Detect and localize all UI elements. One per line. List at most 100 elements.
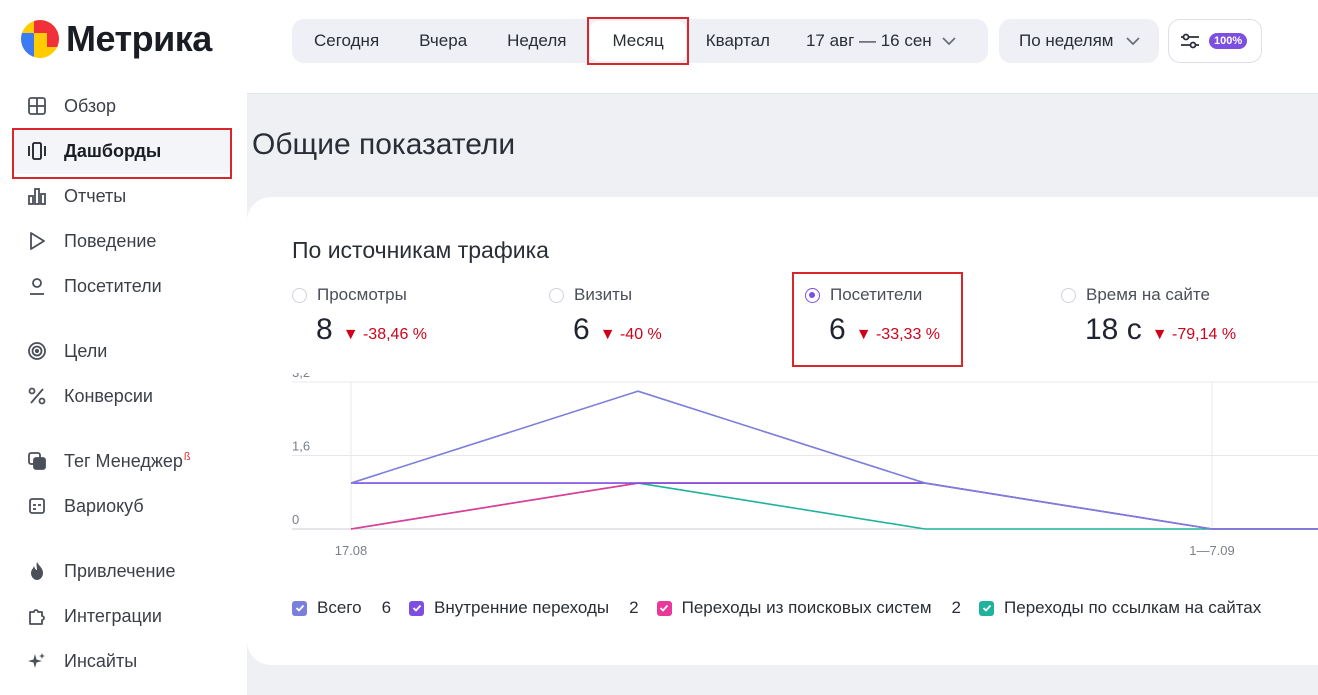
period-week-button[interactable]: Неделя bbox=[487, 19, 586, 63]
cube-icon bbox=[26, 495, 48, 517]
grouping-label: По неделям bbox=[1019, 31, 1114, 50]
date-range-picker[interactable]: 17 авг — 16 сен bbox=[786, 19, 976, 63]
sidebar: Метрика Обзор Дашборды Отчеты Поведение … bbox=[0, 0, 247, 695]
sidebar-item-label: Посетители bbox=[64, 275, 162, 296]
sidebar-item-label: Тег Менеджерß bbox=[64, 450, 191, 471]
page-title: Общие показатели bbox=[252, 128, 516, 161]
sampling-badge: 100% bbox=[1209, 33, 1248, 49]
sidebar-item-acquisition[interactable]: Привлечение bbox=[14, 548, 230, 594]
legend-count: 2 bbox=[629, 598, 639, 617]
x-tick-label: 1—7.09 bbox=[1189, 543, 1235, 558]
logo-text: Метрика bbox=[66, 18, 212, 59]
legend-label: Всего bbox=[317, 598, 362, 617]
user-icon bbox=[26, 275, 48, 297]
grouping-select[interactable]: По неделям bbox=[999, 19, 1159, 63]
sparkle-icon bbox=[26, 650, 48, 672]
grid-icon bbox=[26, 95, 48, 117]
sidebar-item-integrations[interactable]: Интеграции bbox=[14, 593, 230, 639]
metric-radio[interactable] bbox=[549, 287, 564, 303]
target-icon bbox=[26, 340, 48, 362]
checkbox-checked-icon[interactable] bbox=[979, 600, 995, 616]
date-range-label: 17 авг — 16 сен bbox=[805, 31, 932, 50]
x-tick-label: 17.08 bbox=[335, 543, 368, 558]
period-yesterday-button[interactable]: Вчера bbox=[399, 19, 487, 63]
sidebar-item-label: Вариокуб bbox=[64, 495, 144, 516]
period-today-button[interactable]: Сегодня bbox=[292, 19, 399, 63]
sidebar-item-label: Отчеты bbox=[64, 185, 127, 206]
metric-value: 18 с bbox=[1085, 313, 1142, 346]
y-tick-label: 3,2 bbox=[292, 373, 310, 380]
series-line bbox=[350, 390, 1318, 530]
legend-count: 6 bbox=[381, 598, 392, 617]
sidebar-item-dashboards[interactable]: Дашборды bbox=[14, 128, 230, 174]
legend-item-links[interactable]: Переходы по ссылкам на сайтах bbox=[979, 598, 1261, 618]
metric-value: 6 bbox=[573, 313, 590, 346]
percent-icon bbox=[26, 385, 48, 407]
metric-pageviews[interactable]: Просмотры 8 ▼ -38,46 % bbox=[292, 285, 532, 347]
y-tick-label: 0 bbox=[292, 512, 299, 527]
metric-delta: ▼ -38,46 % bbox=[342, 326, 428, 343]
sidebar-item-tag-manager[interactable]: Тег Менеджерß bbox=[14, 438, 230, 484]
metric-radio[interactable] bbox=[1061, 287, 1076, 303]
sidebar-item-label: Поведение bbox=[64, 230, 157, 251]
legend-label: Переходы из поисковых систем bbox=[681, 598, 932, 617]
chart-legend: Всего 6 Внутренние переходы 2 Переходы и… bbox=[292, 598, 1279, 618]
bar-chart-icon bbox=[26, 185, 48, 207]
sidebar-item-goals[interactable]: Цели bbox=[14, 328, 230, 374]
metric-visits[interactable]: Визиты 6 ▼ -40 % bbox=[549, 285, 789, 347]
period-quarter-button[interactable]: Квартал bbox=[690, 19, 786, 63]
dashboard-icon bbox=[26, 140, 48, 162]
period-selector: Сегодня Вчера Неделя Месяц Квартал 17 ав… bbox=[292, 19, 988, 63]
sidebar-item-reports[interactable]: Отчеты bbox=[14, 173, 230, 219]
legend-item-total[interactable]: Всего 6 bbox=[292, 598, 391, 618]
metric-label: Посетители bbox=[830, 285, 923, 304]
metric-delta: ▼ -40 % bbox=[599, 326, 662, 343]
sidebar-item-visitors[interactable]: Посетители bbox=[14, 263, 230, 309]
tag-manager-icon bbox=[26, 450, 48, 472]
checkbox-checked-icon[interactable] bbox=[409, 600, 425, 616]
period-month-button[interactable]: Месяц bbox=[590, 21, 686, 61]
header: Сегодня Вчера Неделя Месяц Квартал 17 ав… bbox=[247, 0, 1318, 94]
chevron-down-icon bbox=[942, 36, 956, 45]
checkbox-checked-icon[interactable] bbox=[292, 600, 307, 616]
metric-label: Просмотры bbox=[317, 285, 407, 304]
sidebar-item-label: Конверсии bbox=[64, 385, 153, 406]
checkbox-checked-icon[interactable] bbox=[656, 600, 672, 616]
sidebar-item-insights[interactable]: Инсайты bbox=[14, 638, 230, 684]
metric-visitors[interactable]: Посетители 6 ▼ -33,33 % bbox=[805, 285, 1045, 347]
sidebar-item-overview[interactable]: Обзор bbox=[14, 83, 230, 129]
legend-item-search[interactable]: Переходы из поисковых систем 2 bbox=[656, 598, 962, 618]
sidebar-item-conversions[interactable]: Конверсии bbox=[14, 373, 230, 419]
sidebar-item-label: Дашборды bbox=[64, 140, 162, 161]
widget-title: По источникам трафика bbox=[292, 237, 549, 263]
puzzle-icon bbox=[26, 605, 48, 627]
sidebar-item-behavior[interactable]: Поведение bbox=[14, 218, 230, 264]
metric-label: Визиты bbox=[574, 285, 633, 304]
metric-value: 8 bbox=[316, 313, 333, 346]
sliders-icon bbox=[1181, 33, 1199, 49]
traffic-line-chart: 0 1,6 3,2 17.08 1—7.09 bbox=[292, 373, 1318, 558]
legend-count: 2 bbox=[951, 598, 962, 617]
beta-mark: ß bbox=[183, 450, 191, 463]
metric-radio-selected[interactable] bbox=[805, 287, 820, 303]
legend-item-internal[interactable]: Внутренние переходы 2 bbox=[409, 598, 639, 618]
y-tick-label: 1,6 bbox=[292, 439, 310, 454]
metric-radio[interactable] bbox=[292, 287, 307, 303]
metric-delta: ▼ -79,14 % bbox=[1151, 326, 1237, 343]
metric-delta: ▼ -33,33 % bbox=[855, 326, 941, 343]
metric-time-on-site[interactable]: Время на сайте 18 с ▼ -79,14 % bbox=[1061, 285, 1301, 347]
sidebar-item-label: Привлечение bbox=[64, 560, 176, 581]
play-icon bbox=[26, 230, 48, 252]
metric-label: Время на сайте bbox=[1086, 285, 1210, 304]
sidebar-item-label: Цели bbox=[64, 340, 108, 361]
sidebar-item-label: Интеграции bbox=[64, 605, 162, 626]
sidebar-item-variocube[interactable]: Вариокуб bbox=[14, 483, 230, 529]
legend-label: Внутренние переходы bbox=[434, 598, 610, 617]
sidebar-item-label: Инсайты bbox=[64, 650, 138, 671]
metrika-logo-icon bbox=[20, 19, 60, 59]
metric-value: 6 bbox=[829, 313, 846, 346]
traffic-sources-widget: По источникам трафика Просмотры 8 ▼ -38,4… bbox=[247, 197, 1318, 665]
legend-label: Переходы по ссылкам на сайтах bbox=[1004, 598, 1262, 617]
filters-button[interactable]: 100% bbox=[1168, 19, 1262, 63]
logo[interactable]: Метрика bbox=[20, 18, 212, 60]
